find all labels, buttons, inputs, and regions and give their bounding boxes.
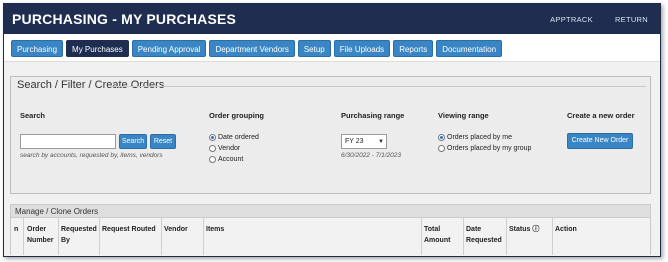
search-hint: search by accounts, requested by, items,…	[20, 152, 163, 159]
col-divider	[421, 218, 422, 255]
radio-icon[interactable]	[438, 145, 445, 152]
col-divider	[58, 218, 59, 255]
search-input[interactable]	[20, 134, 116, 149]
grouping-option-label: Date ordered	[218, 134, 259, 141]
col-items: Items	[206, 226, 225, 233]
viewing-range-label: Viewing range	[438, 111, 489, 120]
create-new-order-button[interactable]: Create New Order	[567, 133, 633, 149]
range-dates: 6/30/2022 - 7/1/2023	[341, 152, 401, 159]
tab-setup[interactable]: Setup	[297, 40, 331, 57]
col-status[interactable]: Status ⓘ	[509, 224, 539, 235]
view-placed-by-me[interactable]: Orders placed by me	[438, 134, 512, 141]
col-divider	[203, 218, 204, 255]
tab-pending-approval[interactable]: Pending Approval	[131, 40, 207, 57]
grouping-option-label: Account	[218, 156, 244, 163]
order-grouping-label: Order grouping	[209, 111, 264, 120]
radio-selected-icon[interactable]	[209, 134, 216, 141]
top-links: APPTRACK RETURN	[550, 15, 648, 24]
legend-divider	[111, 86, 646, 87]
apptrack-link[interactable]: APPTRACK	[550, 15, 593, 24]
col-n: n	[14, 226, 19, 233]
reset-button[interactable]: Reset	[150, 134, 176, 149]
selected-range: FY 23	[345, 138, 364, 145]
grouping-account[interactable]: Account	[209, 156, 243, 163]
col-divider	[99, 218, 100, 255]
grouping-option-label: Vendor	[218, 145, 241, 152]
col-divider	[506, 218, 507, 255]
col-requested-by: Requested By	[61, 226, 97, 244]
top-bar: PURCHASING - MY PURCHASES APPTRACK RETUR…	[4, 4, 660, 34]
tab-documentation[interactable]: Documentation	[436, 40, 503, 57]
col-divider	[23, 218, 24, 255]
tab-purchasing[interactable]: Purchasing	[11, 40, 64, 57]
create-order-label: Create a new order	[567, 111, 635, 120]
view-option-label: Orders placed by my group	[447, 145, 532, 152]
col-divider	[463, 218, 464, 255]
app-window: PURCHASING - MY PURCHASES APPTRACK RETUR…	[3, 3, 661, 257]
col-request-routed: Request Routed	[102, 226, 156, 233]
tab-reports[interactable]: Reports	[393, 40, 434, 57]
grouping-vendor[interactable]: Vendor	[209, 145, 240, 152]
col-divider	[161, 218, 162, 255]
grouping-date-ordered[interactable]: Date ordered	[209, 134, 259, 141]
col-vendor: Vendor	[164, 226, 188, 233]
search-button[interactable]: Search	[119, 134, 147, 149]
col-total-amount: Total Amount	[424, 226, 451, 244]
search-label: Search	[20, 111, 46, 120]
purchasing-range-label: Purchasing range	[341, 111, 405, 120]
col-order-number: Order Number	[27, 226, 54, 244]
tab-department-vendors[interactable]: Department Vendors	[209, 40, 295, 57]
radio-selected-icon[interactable]	[438, 134, 445, 141]
view-option-label: Orders placed by me	[447, 134, 512, 141]
tab-my-purchases[interactable]: My Purchases	[66, 40, 129, 57]
return-link[interactable]: RETURN	[615, 15, 648, 24]
tab-file-uploads[interactable]: File Uploads	[333, 40, 391, 57]
page-title: PURCHASING - MY PURCHASES	[12, 11, 237, 27]
section-title: Manage / Clone Orders	[11, 205, 650, 218]
search-filter-panel: Search / Filter / Create Orders Search S…	[10, 76, 651, 194]
nav-tabs: Purchasing My Purchases Pending Approval…	[4, 34, 660, 62]
radio-icon[interactable]	[209, 145, 216, 152]
orders-table-header: n Order Number Requested By Request Rout…	[11, 218, 650, 255]
view-placed-by-group[interactable]: Orders placed by my group	[438, 145, 531, 152]
col-date-requested: Date Requested	[466, 226, 502, 244]
chevron-down-icon: ▼	[378, 138, 384, 145]
radio-icon[interactable]	[209, 156, 216, 163]
panel-legend: Search / Filter / Create Orders	[17, 79, 165, 91]
col-divider	[552, 218, 553, 255]
purchasing-range-select[interactable]: FY 23 ▼	[341, 134, 387, 149]
col-action: Action	[555, 226, 577, 233]
manage-orders-section: Manage / Clone Orders n Order Number Req…	[10, 204, 651, 255]
